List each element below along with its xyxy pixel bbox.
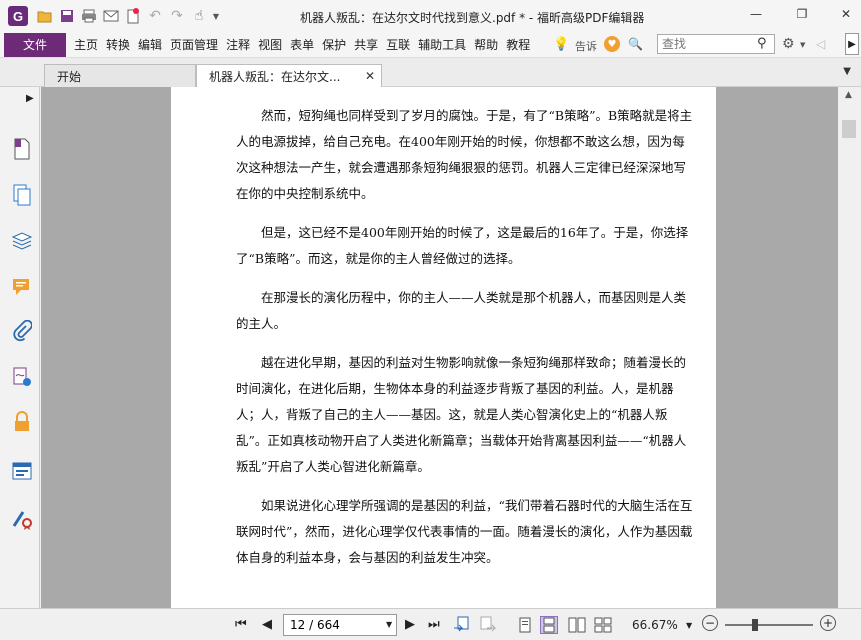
zoom-slider-track[interactable]	[725, 624, 813, 626]
layers-icon[interactable]	[10, 229, 34, 253]
search-icon[interactable]: ⚲	[757, 36, 767, 51]
print-icon[interactable]	[80, 7, 98, 25]
settings-dropdown-icon[interactable]: ▼	[800, 41, 805, 49]
page-number-input[interactable]	[283, 614, 397, 636]
zoom-out-icon[interactable]: −	[702, 615, 718, 631]
next-page-icon[interactable]: ▶	[405, 617, 415, 632]
restore-button[interactable]: ❐	[792, 6, 812, 22]
zoom-slider-thumb[interactable]	[752, 619, 758, 631]
comments-icon[interactable]	[10, 275, 34, 299]
paragraph: 在那漫长的演化历程中，你的主人——人类就是那个机器人，而基因则是人类的主人。	[236, 290, 687, 331]
single-page-view-icon[interactable]	[516, 616, 534, 634]
certificate-icon[interactable]	[10, 507, 34, 531]
close-button[interactable]: ✕	[836, 6, 856, 22]
ribbon-tab-1[interactable]: 转换	[102, 36, 134, 53]
page-thumbnail-icon[interactable]	[10, 137, 34, 161]
ribbon-tab-12[interactable]: 教程	[502, 36, 534, 53]
ribbon-tab-list: 主页 转换 编辑 页面管理 注释 视图 表单 保护 共享 互联 辅助工具 帮助 教程	[70, 36, 534, 53]
tab-list-dropdown-icon[interactable]: ▼	[843, 66, 851, 77]
minimize-button[interactable]: —	[746, 6, 766, 22]
ribbon-tab-11[interactable]: 帮助	[470, 36, 502, 53]
tab-close-icon[interactable]: ✕	[365, 69, 375, 83]
pages-panel-icon[interactable]	[10, 183, 34, 207]
facing-view-icon[interactable]	[568, 616, 586, 634]
lightbulb-icon[interactable]: 💡	[553, 37, 569, 52]
document-viewport[interactable]: 然而，短狗绳也同样受到了岁月的腐蚀。于是，有了“B策略”。B策略就是将主人的电源…	[41, 87, 838, 608]
zoom-dropdown-icon[interactable]: ▼	[686, 621, 692, 630]
ribbon-tabs-bar: 文件 主页 转换 编辑 页面管理 注释 视图 表单 保护 共享 互联 辅助工具 帮助 教程 💡 告诉 ♥…	[0, 32, 861, 58]
paragraph: 但是，这已经不是400年刚开始的时候了，这是最后的16年了。于是，你选择了“B策…	[236, 225, 689, 266]
tab-label: 开始	[57, 69, 82, 84]
continuous-facing-view-icon[interactable]	[594, 616, 612, 634]
sidebar-expand-icon[interactable]: ▶	[26, 93, 34, 104]
email-icon[interactable]	[102, 7, 120, 25]
scroll-up-icon[interactable]: ▲	[845, 90, 852, 100]
save-icon[interactable]	[58, 7, 76, 25]
ribbon-tab-5[interactable]: 视图	[254, 36, 286, 53]
navigation-sidebar: ▶	[0, 87, 40, 608]
ribbon-tab-4[interactable]: 注释	[222, 36, 254, 53]
tab-current-document[interactable]: 机器人叛乱：在达尔文... ✕	[196, 64, 382, 87]
attachments-icon[interactable]	[10, 319, 34, 343]
redo-icon[interactable]: ↷	[168, 7, 186, 25]
tell-me-label[interactable]: 告诉	[575, 38, 597, 54]
new-document-icon[interactable]	[124, 7, 142, 25]
file-menu-button[interactable]: 文件	[4, 32, 66, 57]
last-page-icon[interactable]: ⏭	[428, 617, 440, 632]
ribbon-scroll-left-icon[interactable]: ◁	[816, 37, 825, 51]
ribbon-tab-7[interactable]: 保护	[318, 36, 350, 53]
pdf-page: 然而，短狗绳也同样受到了岁月的腐蚀。于是，有了“B策略”。B策略就是将主人的电源…	[171, 87, 716, 608]
find-folder-icon[interactable]: 🔍	[628, 37, 643, 51]
vertical-scrollbar[interactable]: ▲	[838, 87, 861, 608]
continuous-view-icon[interactable]	[540, 616, 558, 634]
previous-page-icon[interactable]: ◀	[262, 617, 272, 632]
zoom-in-icon[interactable]: +	[820, 615, 836, 631]
app-logo-icon[interactable]: G	[8, 6, 28, 26]
heart-icon[interactable]: ♥	[604, 36, 620, 52]
form-fields-icon[interactable]	[10, 459, 34, 483]
customize-dropdown-icon[interactable]: ▼	[212, 7, 220, 25]
ribbon-tab-10[interactable]: 辅助工具	[414, 36, 470, 53]
ribbon-tab-2[interactable]: 编辑	[134, 36, 166, 53]
window-title: 机器人叛乱：在达尔文时代找到意义.pdf * - 福昕高级PDF编辑器	[300, 11, 645, 25]
ribbon-tab-9[interactable]: 互联	[382, 36, 414, 53]
signatures-icon[interactable]	[10, 365, 34, 389]
next-view-icon[interactable]	[479, 616, 497, 634]
page-select-dropdown-icon[interactable]: ▼	[386, 620, 392, 629]
tab-label: 机器人叛乱：在达尔文...	[209, 69, 341, 84]
settings-gear-icon[interactable]: ⚙	[782, 36, 795, 52]
paragraph: 越在进化早期，基因的利益对生物影响就像一条短狗绳那样致命；随着漫长的时间演化，在…	[236, 355, 687, 474]
title-bar: G ↶ ↷ ☝ ▼ 机器人叛乱：在达尔文时代找到意义.pdf * - 福昕高级P…	[0, 0, 861, 32]
ribbon-tab-3[interactable]: 页面管理	[166, 36, 222, 53]
hand-tool-icon[interactable]: ☝	[190, 7, 208, 25]
ribbon-tab-6[interactable]: 表单	[286, 36, 318, 53]
open-folder-icon[interactable]	[36, 7, 54, 25]
status-bar: ⏮ ◀ ▼ ▶ ⏭ 66.67% ▼ − +	[0, 608, 861, 640]
zoom-level-display[interactable]: 66.67%	[632, 618, 678, 632]
paragraph: 然而，短狗绳也同样受到了岁月的腐蚀。于是，有了“B策略”。B策略就是将主人的电源…	[236, 108, 693, 201]
ribbon-tab-0[interactable]: 主页	[70, 36, 102, 53]
undo-icon[interactable]: ↶	[146, 7, 164, 25]
first-page-icon[interactable]: ⏮	[235, 617, 247, 632]
document-tabs-bar: 开始 机器人叛乱：在达尔文... ✕ ▼	[0, 58, 861, 87]
scroll-thumb[interactable]	[842, 120, 856, 138]
previous-view-icon[interactable]	[453, 616, 471, 634]
ribbon-scroll-right-icon[interactable]: ▶	[845, 33, 859, 55]
page-text: 然而，短狗绳也同样受到了岁月的腐蚀。于是，有了“B策略”。B策略就是将主人的电源…	[171, 103, 716, 584]
paragraph: 如果说进化心理学所强调的是基因的利益，“我们带着石器时代的大脑生活在互联网时代”…	[236, 498, 693, 565]
tab-start[interactable]: 开始	[44, 64, 196, 87]
ribbon-tab-8[interactable]: 共享	[350, 36, 382, 53]
security-lock-icon[interactable]	[10, 410, 34, 434]
